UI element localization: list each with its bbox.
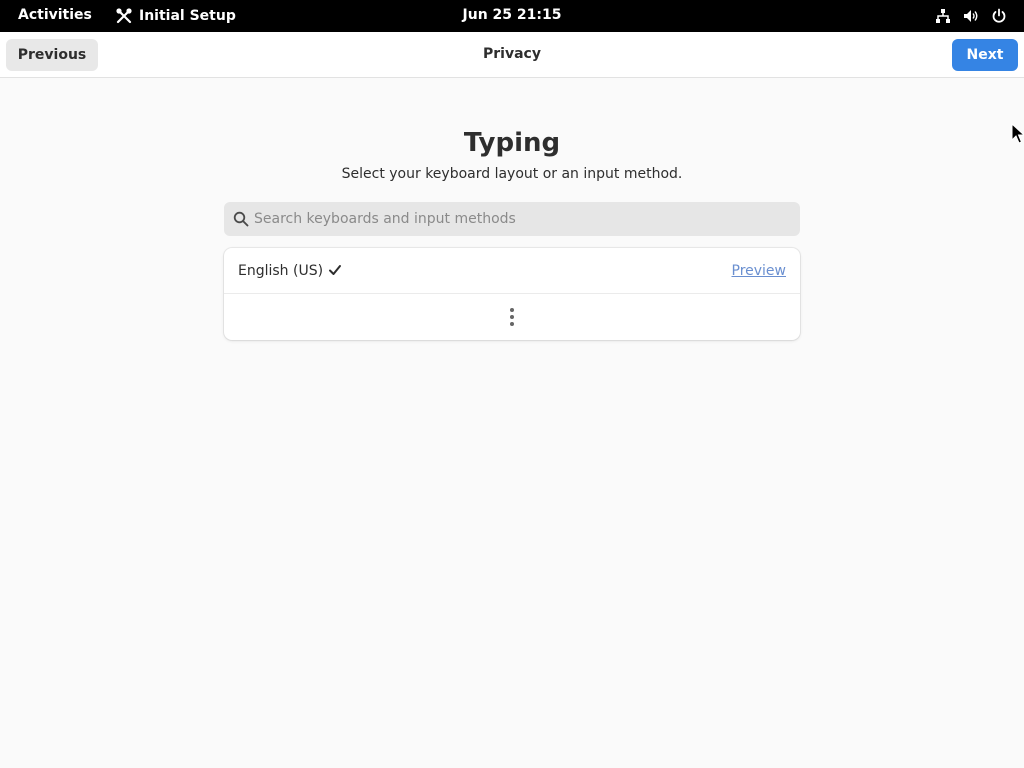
list-item[interactable]: English (US) Preview <box>224 248 800 294</box>
layout-name: English (US) <box>238 263 324 279</box>
search-icon <box>233 211 249 227</box>
system-tray[interactable] <box>934 7 1008 25</box>
checkmark-icon <box>329 265 341 275</box>
tools-icon <box>116 8 132 24</box>
page-subtitle: Select your keyboard layout or an input … <box>341 166 683 182</box>
activities-button[interactable]: Activities <box>18 7 92 23</box>
power-icon[interactable] <box>990 7 1008 25</box>
mouse-cursor-icon <box>1011 123 1024 144</box>
preview-link[interactable]: Preview <box>732 263 787 279</box>
more-layouts-row[interactable] <box>224 295 800 340</box>
header-title: Privacy <box>483 46 541 62</box>
next-button[interactable]: Next <box>952 39 1018 71</box>
page-title: Typing <box>463 128 561 158</box>
layout-list: English (US) Preview <box>224 248 800 340</box>
header-bar: Previous Privacy Next <box>0 32 1024 78</box>
network-icon[interactable] <box>934 7 952 25</box>
app-menu[interactable]: Initial Setup <box>115 7 236 25</box>
search-input[interactable] <box>254 202 794 236</box>
search-field[interactable] <box>224 202 800 236</box>
clock-button[interactable]: Jun 25 21:15 <box>463 7 562 23</box>
top-bar: Activities Initial Setup Jun 25 21:15 <box>0 0 1024 32</box>
app-name: Initial Setup <box>139 8 236 24</box>
volume-icon[interactable] <box>962 7 980 25</box>
more-vertical-icon <box>510 308 514 326</box>
